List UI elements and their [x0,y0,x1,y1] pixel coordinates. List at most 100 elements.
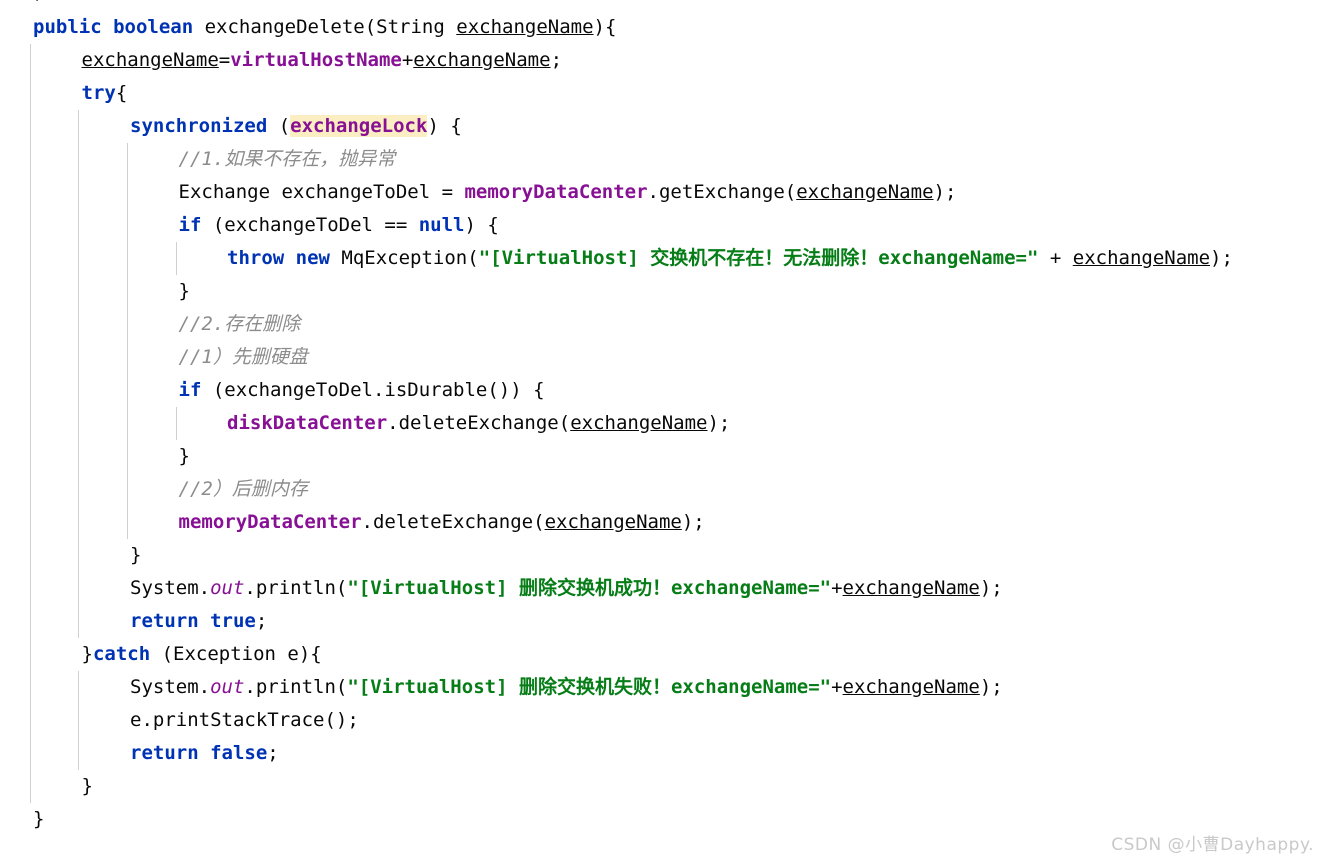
code-line[interactable]: } [82,770,93,803]
code-line[interactable]: diskDataCenter.deleteExchange(exchangeNa… [227,407,730,440]
code-token-plain: ) { [427,115,462,137]
code-token-param: exchangeName [413,49,551,71]
code-token-kw: synchronized [130,115,279,137]
code-line[interactable]: e.printStackTrace(); [130,704,359,737]
code-token-plain: .deleteExchange( [387,412,571,434]
code-line[interactable]: } [130,539,141,572]
clipped-top-glyph: ) [33,0,44,9]
code-token-plain: { [115,82,128,104]
code-token-plain: System. [130,676,211,698]
code-token-plain: (exchangeToDel == [212,214,419,236]
code-token-plain: } [81,775,93,797]
code-token-kw: return [130,610,211,632]
code-line[interactable]: System.out.println("[VirtualHost] 删除交换机成… [130,572,1003,605]
indent-guide [127,143,128,539]
code-token-plain: } [178,445,190,467]
code-token-plain: .deleteExchange( [361,511,545,533]
code-token-plain: ( [278,115,291,137]
code-line[interactable]: Exchange exchangeToDel = memoryDataCente… [179,176,957,209]
code-line[interactable]: //2.存在删除 [179,308,301,341]
code-token-kw: catch [92,643,162,665]
code-editor-canvas: ) public boolean exchangeDelete(String e… [0,0,1328,867]
code-line[interactable]: return false; [130,737,279,770]
indent-guide [176,242,177,275]
code-token-plain: e.printStackTrace(); [130,709,359,731]
code-token-plain: (exchangeToDel.isDurable()) { [212,379,545,401]
code-token-str: "[VirtualHost] 交换机不存在！无法删除！exchangeName=… [478,247,1039,269]
indent-guide [78,110,79,638]
code-token-plain: + [1038,247,1073,269]
code-token-kw: if [178,379,213,401]
code-token-kw: return [130,742,211,764]
indent-guide [78,671,79,770]
code-token-fld: diskDataCenter [227,412,388,434]
code-token-plain: ); [979,577,1003,599]
code-line[interactable]: }catch (Exception e){ [82,638,322,671]
code-token-plain: ); [707,412,731,434]
code-line[interactable]: //1.如果不存在，抛异常 [179,143,396,176]
code-line[interactable]: throw new MqException("[VirtualHost] 交换机… [227,242,1233,275]
code-token-stfld: out [210,577,245,599]
code-token-param: exchangeName [842,676,980,698]
indent-guide [176,407,177,440]
code-token-plain: ; [550,49,563,71]
code-token-plain: .println( [244,676,348,698]
code-token-plain: + [401,49,414,71]
code-token-param: exchangeName [544,511,682,533]
code-token-param: exchangeName [842,577,980,599]
code-token-cmt: //2.存在删除 [178,313,301,335]
code-token-stfld: out [210,676,245,698]
code-token-plain: .getExchange( [647,181,797,203]
code-token-plain: ); [979,676,1003,698]
code-token-plain: exchangeDelete(String [204,16,457,38]
code-token-plain: = [218,49,231,71]
code-line[interactable]: } [33,803,44,836]
code-token-kw: try [81,82,116,104]
code-token-plain: ); [1210,247,1233,269]
code-line[interactable]: synchronized (exchangeLock) { [130,110,462,143]
code-token-plain: ; [255,610,268,632]
code-token-param: exchangeName [1072,247,1211,269]
code-token-kw: public [33,16,114,38]
code-token-plain: MqException( [341,247,479,269]
code-token-plain: ) { [464,214,499,236]
code-token-fld: memoryDataCenter [178,511,362,533]
code-line[interactable]: //1）先删硬盘 [179,341,308,374]
code-token-plain: ); [681,511,705,533]
code-line[interactable]: } [179,440,190,473]
code-token-plain: } [81,643,93,665]
code-line[interactable]: if (exchangeToDel.isDurable()) { [179,374,545,407]
code-token-kw: new [295,247,342,269]
code-token-param: exchangeName [796,181,934,203]
code-line[interactable]: memoryDataCenter.deleteExchange(exchange… [179,506,705,539]
code-token-plain: ; [267,742,279,764]
code-token-plain: System. [130,577,211,599]
code-line[interactable]: public boolean exchangeDelete(String exc… [33,11,616,44]
indent-guide [30,44,31,803]
code-token-param: exchangeName [456,16,594,38]
code-line[interactable]: try{ [82,77,128,110]
code-line[interactable]: //2）后删内存 [179,473,308,506]
code-token-str: "[VirtualHost] 删除交换机失败！exchangeName=" [347,676,832,698]
code-token-plain: (Exception e){ [161,643,322,665]
code-line[interactable]: if (exchangeToDel == null) { [179,209,499,242]
code-token-param: exchangeName [570,412,708,434]
code-token-cmt: //1）先删硬盘 [178,346,308,368]
code-token-kw: boolean [113,16,205,38]
code-token-plain: Exchange exchangeToDel = [178,181,465,203]
code-token-kw: throw [227,247,296,269]
code-token-kw: if [178,214,213,236]
code-token-kw: true [210,610,256,632]
code-token-plain: } [178,280,190,302]
code-line[interactable]: return true; [130,605,267,638]
code-token-cmt: //2）后删内存 [178,478,308,500]
code-line[interactable]: System.out.println("[VirtualHost] 删除交换机失… [130,671,1003,704]
code-line[interactable]: } [179,275,190,308]
code-token-plain: ); [933,181,957,203]
code-token-fld: virtualHostName [230,49,402,71]
code-token-cmt: //1.如果不存在，抛异常 [178,148,396,170]
code-line[interactable]: exchangeName=virtualHostName+exchangeNam… [82,44,563,77]
code-token-kw: null [418,214,465,236]
code-token-kw: false [210,742,268,764]
code-token-plain: ){ [593,16,617,38]
